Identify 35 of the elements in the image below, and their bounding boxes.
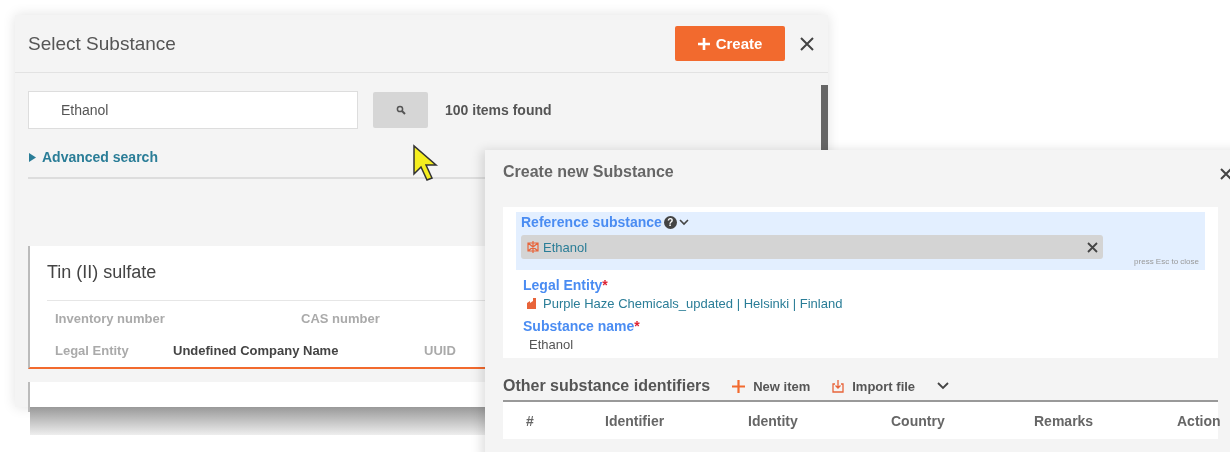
field-label: Legal Entity (55, 342, 130, 358)
plus-icon (697, 37, 710, 50)
result-count: 100 items found (445, 102, 552, 118)
chevron-down-icon[interactable] (937, 382, 950, 390)
field-value: Undefined Company Name (173, 342, 340, 358)
close-icon[interactable] (1220, 168, 1230, 180)
close-icon[interactable] (800, 36, 814, 51)
column-header: Identity (748, 412, 799, 429)
column-header: Identifier (605, 412, 666, 429)
search-field[interactable]: Ethanol (28, 91, 358, 129)
column-header: Action (1177, 412, 1221, 429)
mouse-cursor-icon (412, 144, 440, 182)
column-header: Remarks (1034, 412, 1095, 429)
field-label: Reference substance (521, 214, 662, 230)
dialog-title: Create new Substance (503, 163, 675, 181)
chevron-down-icon[interactable] (678, 218, 689, 226)
field-label: Legal Entity* (523, 277, 609, 293)
molecule-icon (526, 240, 540, 254)
field-label: Substance name* (523, 318, 641, 334)
search-icon (395, 105, 406, 115)
field-label: Inventory number (55, 310, 166, 326)
file-import-icon (832, 379, 845, 393)
clear-icon[interactable] (1087, 241, 1098, 253)
advanced-search-link[interactable]: Advanced search (28, 149, 158, 165)
factory-icon (527, 298, 538, 309)
section-title: Other substance identifiers (503, 377, 711, 395)
help-button[interactable]: ? (663, 215, 677, 229)
import-file-button[interactable]: Import file (832, 378, 916, 394)
new-item-button[interactable]: New item (732, 378, 811, 394)
column-header: Country (891, 412, 946, 429)
dialog-title: Select Substance (28, 32, 177, 55)
substance-name-value: Ethanol (528, 337, 575, 352)
plus-icon (732, 379, 746, 393)
column-header: # (526, 412, 535, 429)
hint-text: press Esc to close (1134, 257, 1199, 266)
